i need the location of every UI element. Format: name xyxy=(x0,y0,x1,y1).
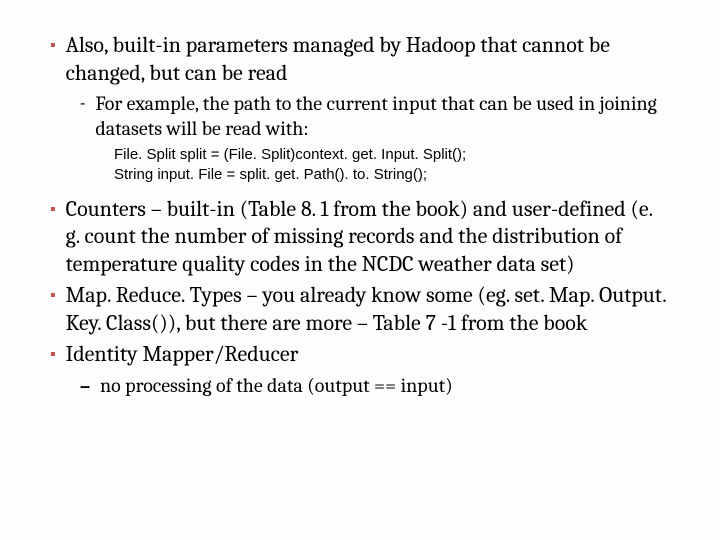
bullet-item: ▪ Also, built-in parameters managed by H… xyxy=(50,32,670,87)
sub-bullet-text: no processing of the data (output == inp… xyxy=(100,373,670,398)
bullet-text: Also, built-in parameters managed by Had… xyxy=(66,32,670,87)
hyphen-bullet-icon: - xyxy=(80,91,85,117)
sub-bullet-item: – no processing of the data (output == i… xyxy=(80,373,670,399)
square-bullet-icon: ▪ xyxy=(50,282,56,310)
bullet-text: Map. Reduce. Types – you already know so… xyxy=(66,282,670,337)
sub-bullet-text: For example, the path to the current inp… xyxy=(95,91,670,141)
code-line: String input. File = split. get. Path().… xyxy=(114,165,670,185)
code-block: File. Split split = (File. Split)context… xyxy=(114,145,670,186)
bullet-item: ▪ Identity Mapper/Reducer xyxy=(50,341,670,369)
square-bullet-icon: ▪ xyxy=(50,32,56,60)
bullet-text: Identity Mapper/Reducer xyxy=(66,341,670,369)
square-bullet-icon: ▪ xyxy=(50,196,56,224)
square-bullet-icon: ▪ xyxy=(50,341,56,369)
dash-bullet-icon: – xyxy=(80,373,90,399)
bullet-text: Counters – built-in (Table 8. 1 from the… xyxy=(66,196,670,279)
code-line: File. Split split = (File. Split)context… xyxy=(114,145,670,165)
slide: ▪ Also, built-in parameters managed by H… xyxy=(0,0,720,540)
sub-bullet-item: - For example, the path to the current i… xyxy=(80,91,670,141)
bullet-item: ▪ Map. Reduce. Types – you already know … xyxy=(50,282,670,337)
bullet-item: ▪ Counters – built-in (Table 8. 1 from t… xyxy=(50,196,670,279)
